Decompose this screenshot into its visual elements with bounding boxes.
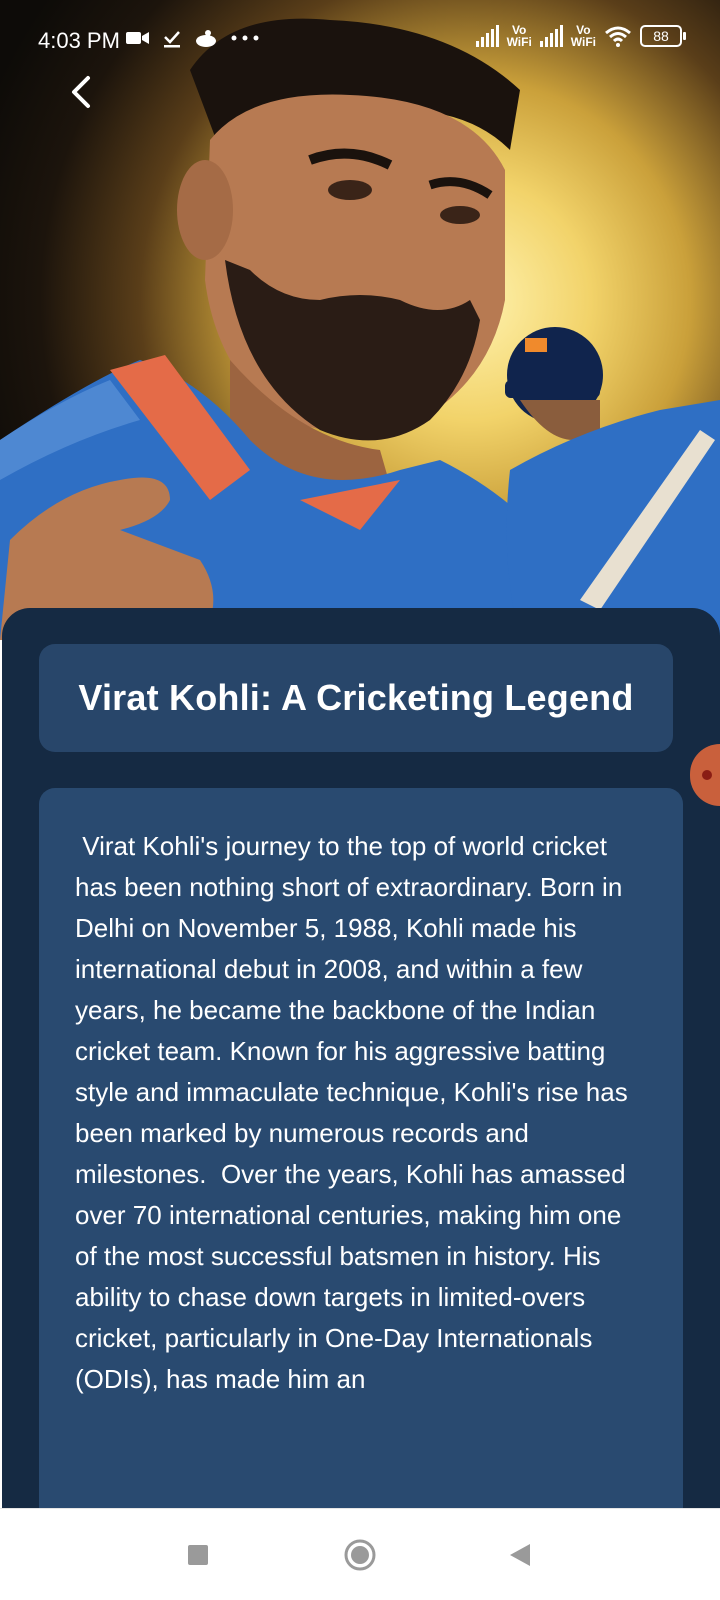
recent-apps-icon <box>188 1545 208 1565</box>
article-body-card[interactable]: Virat Kohli's journey to the top of worl… <box>39 788 683 1528</box>
article-body-text: Virat Kohli's journey to the top of worl… <box>75 831 635 1394</box>
status-system-icons: Vo WiFi Vo WiFi 88 <box>475 23 686 49</box>
nav-back-button[interactable] <box>460 1509 580 1600</box>
status-time: 4:03 PM <box>38 28 120 53</box>
system-navigation-bar <box>0 1508 720 1600</box>
vowifi-label: Vo WiFi <box>570 23 596 49</box>
chevron-left-icon <box>72 76 90 108</box>
signal-icon <box>475 25 499 47</box>
player-illustration <box>0 18 720 640</box>
back-triangle-icon <box>510 1544 530 1566</box>
hero-image <box>0 0 720 640</box>
video-camera-icon <box>126 32 149 44</box>
article-panel: Virat Kohli: A Cricketing Legend Virat K… <box>2 608 720 1528</box>
recent-apps-button[interactable] <box>138 1509 258 1600</box>
back-button[interactable] <box>60 68 100 116</box>
wifi-icon <box>605 26 631 47</box>
status-notification-icons <box>126 28 260 48</box>
more-dots-icon <box>231 35 259 41</box>
home-button[interactable] <box>300 1509 420 1600</box>
battery-icon: 88 <box>640 25 686 47</box>
vowifi-label: Vo WiFi <box>506 23 532 49</box>
article-title: Virat Kohli: A Cricketing Legend <box>78 677 634 718</box>
home-icon <box>344 1539 376 1571</box>
cloud-icon <box>196 30 216 47</box>
status-bar: 4:03 PM Vo WiFi Vo WiFi 88 <box>0 0 720 84</box>
title-card: Virat Kohli: A Cricketing Legend <box>39 644 673 752</box>
signal-icon <box>539 25 563 47</box>
download-icon <box>164 31 180 48</box>
